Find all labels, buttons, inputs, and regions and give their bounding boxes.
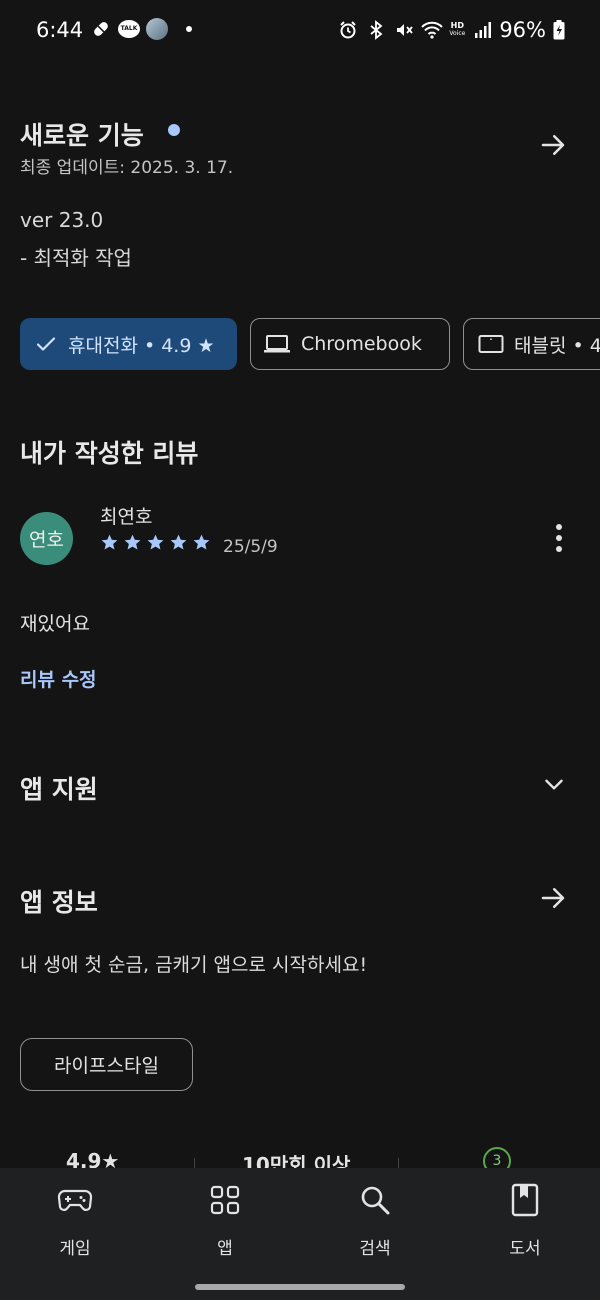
reviewer-name: 최연호 — [100, 506, 153, 528]
nav-label-apps: 앱 — [217, 1239, 233, 1259]
gesture-navigation-bar[interactable] — [195, 1284, 405, 1290]
nav-label-games: 게임 — [59, 1239, 91, 1259]
my-review-heading: 내가 작성한 리뷰 — [20, 439, 199, 468]
hd-voice-icon: HD Voice — [449, 21, 466, 38]
review-text: 재있어요 — [20, 613, 90, 635]
device-chip-phone[interactable]: 휴대전화 • 4.9 ★ — [20, 318, 237, 370]
tablet-icon — [478, 333, 504, 355]
nav-item-apps[interactable]: 앱 — [170, 1180, 280, 1259]
star-icon — [170, 534, 187, 550]
star-icon — [101, 534, 118, 550]
device-chip-tablet-label: 태블릿 • 4 — [514, 334, 600, 357]
battery-percent: 96% — [499, 18, 546, 42]
kebab-dot-icon — [556, 546, 562, 552]
kakaotalk-icon: TALK — [118, 20, 140, 38]
alarm-icon — [337, 19, 359, 41]
kebab-dot-icon — [556, 535, 562, 541]
status-notification-icons: TALK — [90, 18, 192, 40]
laptop-icon — [263, 333, 291, 355]
arrow-right-icon — [541, 888, 565, 908]
gamepad-icon — [55, 1180, 95, 1220]
arrow-right-icon — [541, 135, 565, 155]
apps-grid-icon — [205, 1180, 245, 1220]
status-system-icons: HD Voice 96% — [337, 18, 566, 42]
nav-label-books: 도서 — [509, 1239, 541, 1259]
star-rating — [100, 533, 211, 552]
about-app-title: 앱 정보 — [20, 888, 98, 917]
about-app-arrow-button[interactable] — [533, 878, 573, 918]
avatar: 연호 — [20, 512, 73, 565]
app-support-expand-button[interactable] — [538, 768, 570, 800]
device-chip-tablet[interactable]: 태블릿 • 4 — [463, 318, 600, 370]
nav-label-search: 검색 — [359, 1239, 391, 1259]
device-chip-phone-label: 휴대전화 • 4.9 ★ — [68, 334, 215, 357]
kebab-dot-icon — [556, 524, 562, 530]
whats-new-arrow-button[interactable] — [533, 125, 573, 165]
signal-icon — [471, 19, 493, 41]
release-version: ver 23.0 — [20, 208, 104, 232]
star-icon — [147, 534, 164, 550]
whats-new-title: 새로운 기능 — [20, 121, 144, 150]
nav-item-search[interactable]: 검색 — [320, 1180, 430, 1259]
app-description: 내 생애 첫 순금, 금캐기 앱으로 시작하세요! — [20, 954, 368, 976]
app-notification-avatar-icon — [146, 18, 168, 40]
new-indicator-dot — [168, 124, 180, 136]
nav-item-books[interactable]: 도서 — [470, 1180, 580, 1259]
bluetooth-icon — [365, 19, 387, 41]
device-chip-chromebook[interactable]: Chromebook — [250, 318, 450, 370]
edit-review-link[interactable]: 리뷰 수정 — [20, 665, 97, 692]
vibrate-mute-icon — [393, 19, 415, 41]
pill-icon — [90, 18, 112, 40]
device-chip-chromebook-label: Chromebook — [301, 333, 422, 355]
app-support-title[interactable]: 앱 지원 — [20, 770, 98, 806]
star-icon — [124, 534, 141, 550]
nav-item-games[interactable]: 게임 — [20, 1180, 130, 1259]
last-updated-text: 최종 업데이트: 2025. 3. 17. — [20, 158, 234, 178]
book-icon — [505, 1180, 545, 1220]
status-time: 6:44 — [36, 18, 84, 42]
more-options-button[interactable] — [544, 520, 574, 556]
release-note-item: - 최적화 작업 — [20, 246, 132, 270]
battery-charging-icon — [552, 19, 566, 41]
star-icon — [193, 534, 210, 550]
review-date: 25/5/9 — [223, 537, 278, 557]
search-icon — [355, 1180, 395, 1220]
check-icon — [34, 332, 58, 356]
category-chip[interactable]: 라이프스타일 — [20, 1038, 193, 1091]
chevron-down-icon — [545, 779, 563, 790]
wifi-icon — [421, 19, 444, 41]
more-notifications-dot-icon — [186, 26, 192, 32]
